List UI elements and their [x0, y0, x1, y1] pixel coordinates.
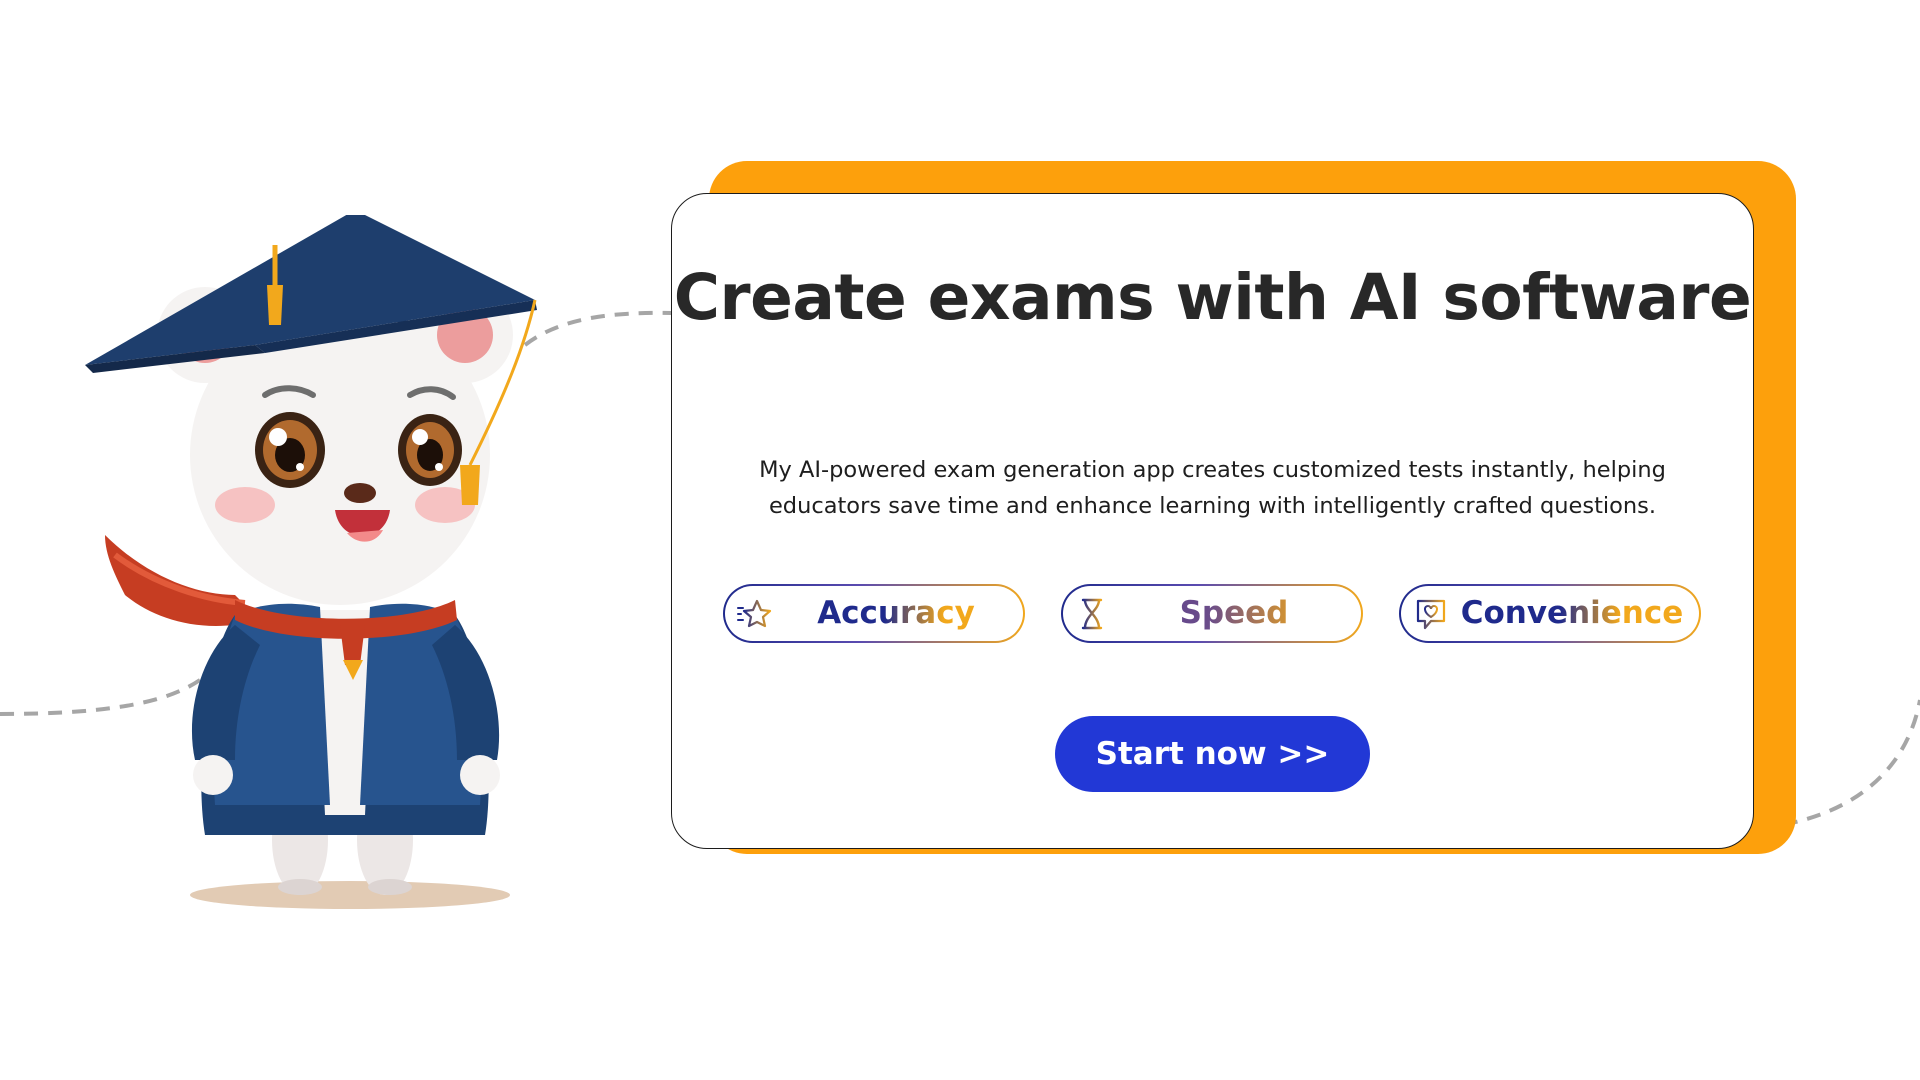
feature-label-convenience: Convenience [1453, 586, 1691, 640]
feature-pills: Accuracy Speed Convenience [723, 584, 1706, 645]
hero-title: Create exams with AI software [673, 261, 1752, 334]
feature-pill-accuracy: Accuracy [723, 584, 1025, 643]
feature-label-speed: Speed [1115, 586, 1353, 640]
feature-pill-speed: Speed [1061, 584, 1363, 643]
feature-label-accuracy: Accuracy [777, 586, 1015, 640]
feature-pill-convenience: Convenience [1399, 584, 1701, 643]
heart-chat-icon [1416, 599, 1446, 630]
star-icon [737, 599, 772, 628]
start-now-button[interactable]: Start now >> [1055, 716, 1370, 792]
graduate-bear-mascot [85, 215, 537, 909]
hero-description: My AI-powered exam generation app create… [759, 457, 1666, 519]
hero-card: Create exams with AI software My AI-powe… [671, 193, 1754, 849]
hourglass-icon [1081, 598, 1103, 630]
